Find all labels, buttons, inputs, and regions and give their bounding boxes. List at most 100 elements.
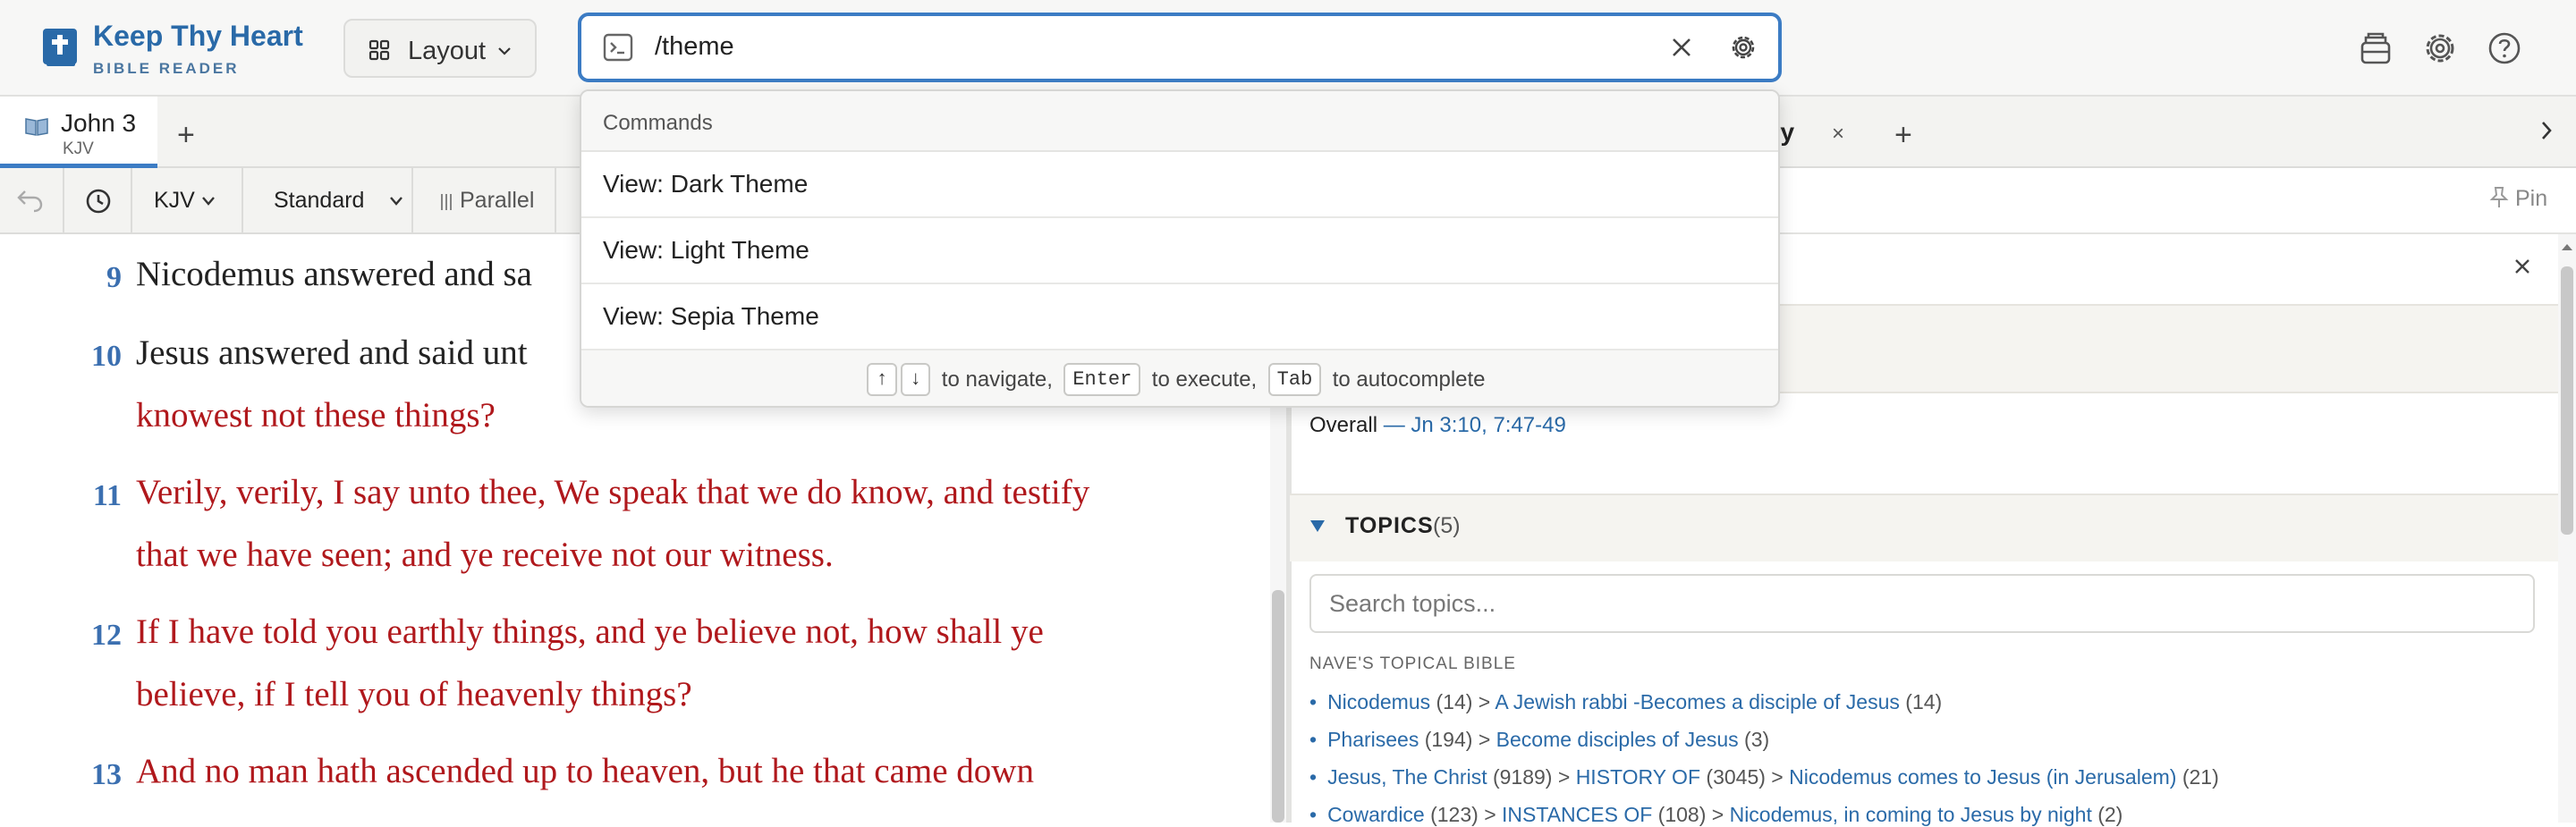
verse-text-line: Nicodemus answered and sa xyxy=(136,255,532,293)
close-tab-button[interactable]: × xyxy=(1832,122,1844,147)
book-icon xyxy=(25,118,48,136)
hint-execute: to execute, xyxy=(1151,367,1258,392)
topic-count: (3) xyxy=(1738,728,1770,751)
version-select-value: KJV xyxy=(154,188,195,213)
verse-text-line: that we have seen; and ye receive not ou… xyxy=(136,536,834,574)
topic-count: (3045) > xyxy=(1700,765,1790,789)
dropdown-header-label: Commands xyxy=(603,111,713,135)
tab-name: John 3 xyxy=(61,109,137,137)
topic-count: (194) > xyxy=(1419,728,1496,751)
command-input-value[interactable]: /theme xyxy=(655,32,734,62)
topic-count: (14) > xyxy=(1430,690,1496,713)
key-up: ↑ xyxy=(867,363,897,396)
topic-link[interactable]: Pharisees xyxy=(1327,728,1419,751)
add-tab-button[interactable]: + xyxy=(177,120,195,150)
layout-button-label: Layout xyxy=(408,37,487,65)
hint-autocomplete: to autocomplete xyxy=(1332,367,1486,392)
history-icon xyxy=(86,189,111,214)
command-light-theme[interactable]: View: Light Theme xyxy=(581,218,1778,284)
bullet: • xyxy=(1309,803,1318,826)
topic-row: • Cowardice (123) > INSTANCES OF (108) > … xyxy=(1309,803,2123,827)
topic-count: (108) > xyxy=(1652,803,1730,826)
tab-version: KJV xyxy=(63,139,94,158)
chevron-down-icon xyxy=(498,47,511,55)
topic-link[interactable]: Jesus, The Christ xyxy=(1327,765,1487,789)
topic-count: (9189) > xyxy=(1487,765,1576,789)
topic-link[interactable]: HISTORY OF xyxy=(1576,765,1700,789)
command-palette-input[interactable]: /theme xyxy=(578,13,1782,82)
key-down: ↓ xyxy=(901,363,931,396)
dropdown-footer: ↑ ↓ to navigate, Enter to execute, Tab t… xyxy=(581,350,1778,406)
bible-logo-icon[interactable] xyxy=(41,27,79,68)
command-dark-theme[interactable]: View: Dark Theme xyxy=(581,152,1778,218)
topics-section-header[interactable] xyxy=(1290,494,2558,561)
bullet: • xyxy=(1309,765,1318,789)
key-enter: Enter xyxy=(1063,363,1141,396)
verse-number: 11 xyxy=(92,479,122,512)
topic-link[interactable]: Become disciples of Jesus xyxy=(1496,728,1739,751)
topics-label: TOPICS xyxy=(1345,513,1434,538)
topic-row: • Jesus, The Christ (9189) > HISTORY OF (… xyxy=(1309,765,2219,789)
search-topics-input[interactable] xyxy=(1309,574,2535,633)
verse-number: 12 xyxy=(91,619,122,652)
topic-link[interactable]: INSTANCES OF xyxy=(1502,803,1652,826)
settings-icon[interactable] xyxy=(1728,32,1758,63)
clear-icon[interactable] xyxy=(1669,35,1694,60)
verse-text-line: Jesus answered and said unt xyxy=(136,333,528,372)
topic-count: (21) xyxy=(2176,765,2219,789)
mode-select-value: Standard xyxy=(274,188,365,213)
topic-link[interactable]: Nicodemus, in coming to Jesus by night xyxy=(1730,803,2092,826)
topics-count: (5) xyxy=(1433,513,1461,538)
layout-grid-icon xyxy=(369,39,390,61)
layout-button[interactable]: Layout xyxy=(343,19,537,78)
verse-text-line: And no man hath ascended up to heaven, b… xyxy=(136,752,1034,790)
pin-button[interactable]: Pin xyxy=(2515,186,2547,212)
verse-text-line: believe, if I tell you of heavenly thing… xyxy=(136,675,692,713)
app-title: Keep Thy Heart xyxy=(93,20,303,52)
command-label: View: Dark Theme xyxy=(603,170,809,198)
library-icon[interactable] xyxy=(2358,30,2394,66)
version-select[interactable]: KJV xyxy=(132,168,243,234)
undo-button[interactable] xyxy=(0,168,64,234)
source-label: NAVE'S TOPICAL BIBLE xyxy=(1309,654,1516,673)
verse-text-line: If I have told you earthly things, and y… xyxy=(136,612,1044,651)
overall-references: Overall — Jn 3:10, 7:47-49 xyxy=(1309,413,1566,438)
pin-icon[interactable] xyxy=(2488,186,2510,209)
verse-number: 10 xyxy=(91,340,122,373)
command-label: View: Sepia Theme xyxy=(603,302,819,330)
tab-john-3[interactable]: John 3 KJV xyxy=(0,97,157,168)
bullet: • xyxy=(1309,728,1318,751)
bullet: • xyxy=(1309,690,1318,713)
key-tab: Tab xyxy=(1267,363,1322,396)
dropdown-header: Commands xyxy=(581,91,1778,152)
history-button[interactable] xyxy=(64,168,132,234)
command-sepia-theme[interactable]: View: Sepia Theme xyxy=(581,284,1778,350)
panel-scrollbar-thumb[interactable] xyxy=(2561,266,2573,535)
parallel-icon xyxy=(441,194,452,210)
topic-link[interactable]: Cowardice xyxy=(1327,803,1425,826)
topic-link[interactable]: A Jewish rabbi -Becomes a disciple of Je… xyxy=(1495,690,1900,713)
chevron-down-icon xyxy=(202,197,215,206)
topic-link[interactable]: Nicodemus comes to Jesus (in Jerusalem) xyxy=(1789,765,2176,789)
triangle-down-icon[interactable] xyxy=(1309,519,1326,533)
overall-link[interactable]: Jn 3:10, 7:47-49 xyxy=(1411,413,1565,437)
parallel-label: Parallel xyxy=(460,188,535,213)
bible-scrollbar-thumb[interactable] xyxy=(1272,590,1284,823)
chevron-right-icon[interactable] xyxy=(2537,118,2556,143)
parallel-button[interactable]: Parallel xyxy=(413,168,556,234)
scroll-up-icon[interactable] xyxy=(2560,241,2574,252)
verse-text-line: Verily, verily, I say unto thee, We spea… xyxy=(136,473,1090,511)
mode-select[interactable]: Standard xyxy=(243,168,413,234)
close-icon[interactable] xyxy=(2512,256,2533,277)
verse-number: 9 xyxy=(106,261,122,294)
top-header: Keep Thy Heart BIBLE READER Layout /them… xyxy=(0,0,2576,97)
topic-row: • Pharisees (194) > Become disciples of J… xyxy=(1309,728,1769,752)
verse-number: 13 xyxy=(91,758,122,791)
topic-count: (123) > xyxy=(1424,803,1503,826)
undo-icon xyxy=(17,190,43,213)
gear-icon[interactable] xyxy=(2422,30,2458,66)
topic-link[interactable]: Nicodemus xyxy=(1327,690,1430,713)
help-icon[interactable] xyxy=(2487,30,2522,66)
hint-navigate: to navigate, xyxy=(941,367,1053,392)
add-tab-button-right[interactable]: + xyxy=(1894,120,1912,150)
